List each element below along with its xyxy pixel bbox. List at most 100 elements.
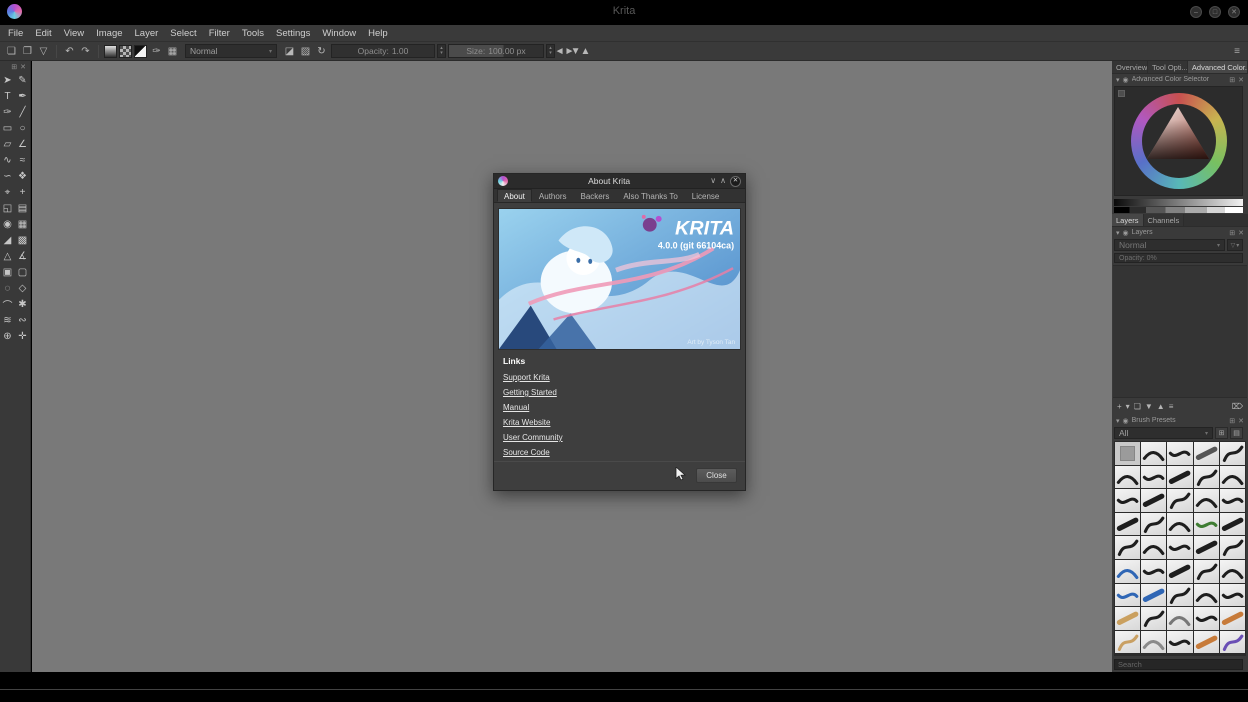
move-layer-up-button[interactable]: ▲ <box>1157 401 1165 413</box>
close-docker-icon[interactable]: ✕ <box>1238 76 1244 84</box>
dialog-tab-backers[interactable]: Backers <box>573 189 616 202</box>
tab-layers[interactable]: Layers <box>1112 214 1144 226</box>
menu-tools[interactable]: Tools <box>236 25 270 42</box>
tool-freehand-brush[interactable]: ✑ <box>1 106 15 119</box>
add-layer-options-button[interactable]: ▾ <box>1126 401 1130 413</box>
brush-presets-docker-header[interactable]: ▾ ◉ Brush Presets ⊞ ✕ <box>1112 415 1248 426</box>
os-title-bar[interactable]: Krita –□✕ <box>0 0 1248 25</box>
link-manual[interactable]: Manual <box>503 403 736 413</box>
brush-preset[interactable] <box>1115 466 1140 489</box>
brush-preset[interactable] <box>1167 442 1192 465</box>
brush-preset[interactable] <box>1167 536 1192 559</box>
add-tag-button[interactable]: ⊞ <box>1215 427 1228 439</box>
brush-preset[interactable] <box>1141 466 1166 489</box>
add-layer-button[interactable]: + <box>1117 401 1122 413</box>
tool-rect-select[interactable]: ▢ <box>16 266 30 279</box>
open-document-icon[interactable]: ❐ <box>20 44 35 59</box>
brush-preset[interactable] <box>1141 560 1166 583</box>
menu-view[interactable]: View <box>58 25 90 42</box>
brush-preset[interactable] <box>1194 584 1219 607</box>
brush-preset[interactable] <box>1115 513 1140 536</box>
brush-preset[interactable] <box>1167 489 1192 512</box>
color-docker-header[interactable]: ▾ ◉ Advanced Color Selector ⊞ ✕ <box>1112 74 1248 85</box>
menu-file[interactable]: File <box>2 25 29 42</box>
tool-reference-images[interactable]: ▣ <box>1 266 15 279</box>
tool-polygon-select[interactable]: ◇ <box>16 282 30 295</box>
chevron-down-icon[interactable]: ▾ <box>1116 417 1120 425</box>
float-docker-icon[interactable]: ⊞ <box>1229 417 1235 425</box>
tool-line[interactable]: ╱ <box>16 106 30 119</box>
tool-freehand-select[interactable]: ⌒ <box>1 298 15 311</box>
tool-gradient[interactable]: ▤ <box>16 202 30 215</box>
tool-zoom[interactable]: ⊕ <box>1 330 15 343</box>
tool-polygon[interactable]: ▱ <box>1 138 15 151</box>
dialog-tab-about[interactable]: About <box>497 189 532 202</box>
close-docker-icon[interactable]: ✕ <box>20 63 26 71</box>
tool-calligraphy[interactable]: ✒ <box>16 90 30 103</box>
brush-preset[interactable] <box>1220 607 1245 630</box>
float-docker-icon[interactable]: ⊞ <box>11 63 17 71</box>
brush-preset[interactable] <box>1220 536 1245 559</box>
maximize-button[interactable]: □ <box>1209 6 1221 18</box>
brush-preset[interactable] <box>1167 607 1192 630</box>
brush-preset[interactable] <box>1220 489 1245 512</box>
link-user-community[interactable]: User Community <box>503 433 736 443</box>
tool-bezier-curve[interactable]: ∿ <box>1 154 15 167</box>
tool-ellipse-select[interactable]: ◌ <box>1 282 15 295</box>
brush-preset[interactable] <box>1167 513 1192 536</box>
link-getting-started[interactable]: Getting Started <box>503 388 736 398</box>
menu-image[interactable]: Image <box>90 25 128 42</box>
tab-channels[interactable]: Channels <box>1144 214 1185 226</box>
link-source-code[interactable]: Source Code <box>503 448 736 458</box>
brush-preset[interactable] <box>1115 631 1140 654</box>
value-ramp[interactable] <box>1114 199 1243 206</box>
tool-crop[interactable]: ◱ <box>1 202 15 215</box>
chevron-down-icon[interactable]: ▾ <box>1116 229 1120 237</box>
tool-pan[interactable]: ✛ <box>16 330 30 343</box>
opacity-slider[interactable]: Opacity: 1.00 <box>331 44 435 58</box>
brush-preset[interactable] <box>1220 631 1245 654</box>
brush-preset[interactable] <box>1167 466 1192 489</box>
redo-icon[interactable]: ↷ <box>78 44 93 59</box>
brush-preset[interactable] <box>1194 560 1219 583</box>
brush-preset[interactable] <box>1220 466 1245 489</box>
close-button[interactable]: Close <box>696 468 737 483</box>
chevron-down-icon[interactable]: ▾ <box>1116 76 1120 84</box>
tool-similar-select[interactable]: ≋ <box>1 314 15 327</box>
brush-preset[interactable] <box>1167 584 1192 607</box>
menu-select[interactable]: Select <box>164 25 202 42</box>
brush-preset[interactable] <box>1194 631 1219 654</box>
dialog-tab-license[interactable]: License <box>685 189 727 202</box>
display-mode-button[interactable]: ▤ <box>1230 427 1243 439</box>
layer-properties-button[interactable]: ≡ <box>1169 401 1174 413</box>
float-docker-icon[interactable]: ⊞ <box>1229 76 1235 84</box>
tool-polyline[interactable]: ∠ <box>16 138 30 151</box>
brush-preset[interactable] <box>1167 560 1192 583</box>
brush-preset[interactable] <box>1194 489 1219 512</box>
brush-size-slider[interactable]: Size: 100.00 px <box>448 44 544 58</box>
brush-preset[interactable] <box>1141 513 1166 536</box>
tool-multibrush[interactable]: ❖ <box>16 170 30 183</box>
menu-help[interactable]: Help <box>362 25 394 42</box>
foreground-background-colors[interactable] <box>134 45 147 58</box>
tool-contiguous-select[interactable]: ✱ <box>16 298 30 311</box>
brush-preset[interactable] <box>1115 560 1140 583</box>
close-docker-icon[interactable]: ✕ <box>1238 417 1244 425</box>
mirror-vertical-icon[interactable]: ▼▲ <box>573 44 588 59</box>
brush-preset[interactable] <box>1141 489 1166 512</box>
brush-preset[interactable] <box>1194 536 1219 559</box>
opacity-spinner[interactable]: ▴ ▾ <box>437 44 446 58</box>
gray-swatch-ramp[interactable] <box>1114 207 1243 213</box>
choose-brush-preset-icon[interactable]: ✑ <box>149 44 164 59</box>
pattern-chooser[interactable] <box>119 45 132 58</box>
eraser-mode-icon[interactable]: ◪ <box>282 44 297 59</box>
brush-preset[interactable] <box>1220 513 1245 536</box>
menu-edit[interactable]: Edit <box>29 25 57 42</box>
brush-preset[interactable] <box>1115 536 1140 559</box>
close-button[interactable]: ✕ <box>1228 6 1240 18</box>
preset-tag-filter-select[interactable]: All ▾ <box>1114 427 1213 439</box>
brush-preset[interactable] <box>1141 631 1166 654</box>
brush-preset[interactable] <box>1220 442 1245 465</box>
brush-preset[interactable] <box>1220 584 1245 607</box>
brush-preset[interactable] <box>1141 584 1166 607</box>
